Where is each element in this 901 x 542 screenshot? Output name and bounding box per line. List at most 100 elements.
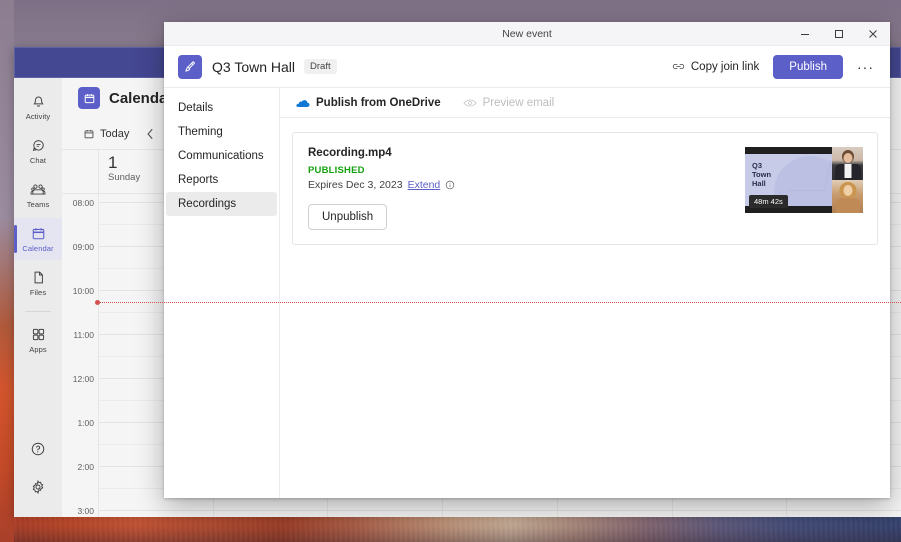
current-time-indicator bbox=[95, 300, 901, 305]
calendar-gutter-spacer bbox=[62, 150, 98, 193]
today-button[interactable]: Today bbox=[76, 125, 136, 143]
tab-preview-email-label: Preview email bbox=[482, 96, 555, 109]
hour-gridline bbox=[557, 510, 672, 511]
recording-status: PUBLISHED bbox=[308, 165, 365, 176]
previous-period-button[interactable] bbox=[140, 125, 161, 143]
teams-icon bbox=[30, 181, 46, 198]
minimize-button[interactable] bbox=[788, 22, 822, 46]
copy-join-link-button[interactable]: Copy join link bbox=[668, 57, 763, 77]
recording-info: Recording.mp4 PUBLISHED Expires Dec 3, 2… bbox=[308, 147, 745, 230]
settings-button[interactable] bbox=[14, 469, 62, 505]
window-controls bbox=[788, 22, 890, 45]
town-hall-icon bbox=[178, 54, 202, 79]
recording-card: Recording.mp4 PUBLISHED Expires Dec 3, 2… bbox=[292, 132, 878, 245]
sidebar-item-chat[interactable]: Chat bbox=[14, 130, 62, 172]
event-main: Publish from OneDrive Preview email Reco… bbox=[280, 88, 890, 498]
sidebar-item-chat-label: Chat bbox=[29, 156, 47, 165]
sidebar-item-files[interactable]: Files bbox=[14, 262, 62, 304]
tab-publish-from-onedrive[interactable]: Publish from OneDrive bbox=[296, 97, 441, 109]
nav-item-recordings[interactable]: Recordings bbox=[166, 192, 277, 216]
sidebar-item-calendar-label: Calendar bbox=[22, 244, 54, 253]
bell-icon bbox=[31, 93, 46, 110]
participant-video-tile bbox=[832, 147, 863, 180]
minimize-icon bbox=[800, 29, 810, 39]
maximize-button[interactable] bbox=[822, 22, 856, 46]
time-label: 09:00 bbox=[72, 242, 94, 252]
current-time-dot bbox=[95, 300, 100, 305]
publish-button[interactable]: Publish bbox=[773, 54, 843, 79]
time-label: 3:00 bbox=[77, 506, 94, 516]
time-label: 10:00 bbox=[72, 286, 94, 296]
chat-icon bbox=[31, 137, 46, 154]
status-badge: Draft bbox=[304, 59, 337, 74]
nav-item-details[interactable]: Details bbox=[166, 96, 277, 120]
event-header: Q3 Town Hall Draft Copy join link Publis… bbox=[164, 46, 890, 88]
eye-icon bbox=[463, 98, 477, 108]
info-icon[interactable] bbox=[445, 180, 455, 190]
hour-gridline bbox=[99, 510, 213, 511]
extend-link[interactable]: Extend bbox=[408, 179, 441, 191]
maximize-icon bbox=[834, 29, 844, 39]
tab-publish-from-onedrive-label: Publish from OneDrive bbox=[316, 96, 441, 109]
sidebar-item-apps[interactable]: Apps bbox=[14, 319, 62, 361]
time-gutter: 08:00 09:00 10:00 11:00 12:00 1:00 2:00 3:00 bbox=[62, 194, 98, 517]
recording-duration-badge: 48m 42s bbox=[749, 195, 788, 208]
app-rail: Activity Chat Teams Calendar Files Apps bbox=[14, 78, 62, 517]
calendar-icon bbox=[31, 225, 46, 242]
more-options-button[interactable]: ··· bbox=[853, 60, 878, 74]
sidebar-item-activity[interactable]: Activity bbox=[14, 86, 62, 128]
apps-icon bbox=[31, 326, 46, 343]
time-label: 2:00 bbox=[77, 462, 94, 472]
tab-preview-email[interactable]: Preview email bbox=[463, 96, 555, 109]
rail-divider bbox=[25, 311, 51, 312]
recording-thumbnail[interactable]: Q3 Town Hall 48m 42s bbox=[745, 147, 863, 213]
event-header-actions: Copy join link Publish ··· bbox=[668, 54, 878, 79]
copy-join-link-label: Copy join link bbox=[690, 60, 760, 73]
hour-gridline bbox=[443, 510, 557, 511]
avatar-body bbox=[835, 198, 860, 213]
sidebar-item-activity-label: Activity bbox=[25, 112, 51, 121]
thumbnail-slide-text: Q3 Town Hall bbox=[752, 161, 772, 188]
files-icon bbox=[31, 269, 46, 286]
recording-expiry: Expires Dec 3, 2023 Extend bbox=[308, 179, 745, 191]
nav-item-communications[interactable]: Communications bbox=[166, 144, 277, 168]
sidebar-item-calendar[interactable]: Calendar bbox=[14, 218, 62, 260]
rail-bottom-group bbox=[14, 431, 62, 507]
sidebar-item-teams-label: Teams bbox=[26, 200, 50, 209]
recording-filename: Recording.mp4 bbox=[308, 147, 392, 159]
avatar-face bbox=[843, 185, 852, 196]
calendar-today-icon bbox=[83, 128, 95, 140]
unpublish-button[interactable]: Unpublish bbox=[308, 204, 388, 230]
today-button-label: Today bbox=[100, 127, 130, 140]
window-title: New event bbox=[502, 27, 552, 40]
sidebar-item-files-label: Files bbox=[29, 288, 47, 297]
event-tabs: Publish from OneDrive Preview email bbox=[280, 88, 890, 118]
gear-icon bbox=[30, 479, 46, 496]
time-label: 08:00 bbox=[72, 198, 94, 208]
hour-gridline bbox=[328, 510, 443, 511]
help-button[interactable] bbox=[14, 431, 62, 467]
event-window-titlebar[interactable]: New event bbox=[164, 22, 890, 46]
avatar-face bbox=[843, 153, 852, 163]
event-content: Details Theming Communications Reports R… bbox=[164, 88, 890, 498]
onedrive-cloud-icon bbox=[296, 98, 310, 108]
nav-item-theming[interactable]: Theming bbox=[166, 120, 277, 144]
time-label: 1:00 bbox=[77, 418, 94, 428]
hour-gridline bbox=[672, 510, 787, 511]
hour-gridline bbox=[213, 510, 328, 511]
link-icon bbox=[672, 61, 685, 72]
event-nav: Details Theming Communications Reports R… bbox=[164, 88, 280, 498]
recording-expiry-text: Expires Dec 3, 2023 bbox=[308, 179, 403, 191]
close-button[interactable] bbox=[856, 22, 890, 46]
nav-item-reports[interactable]: Reports bbox=[166, 168, 277, 192]
close-icon bbox=[868, 29, 878, 39]
event-title: Q3 Town Hall bbox=[212, 58, 296, 75]
sidebar-item-apps-label: Apps bbox=[29, 345, 47, 354]
time-label: 12:00 bbox=[72, 374, 94, 384]
participant-video-tile bbox=[832, 180, 863, 213]
hour-gridline bbox=[787, 510, 901, 511]
wallpaper-left-strip bbox=[0, 0, 14, 542]
calendar-app-icon bbox=[78, 87, 100, 109]
help-icon bbox=[30, 441, 46, 458]
sidebar-item-teams[interactable]: Teams bbox=[14, 174, 62, 216]
